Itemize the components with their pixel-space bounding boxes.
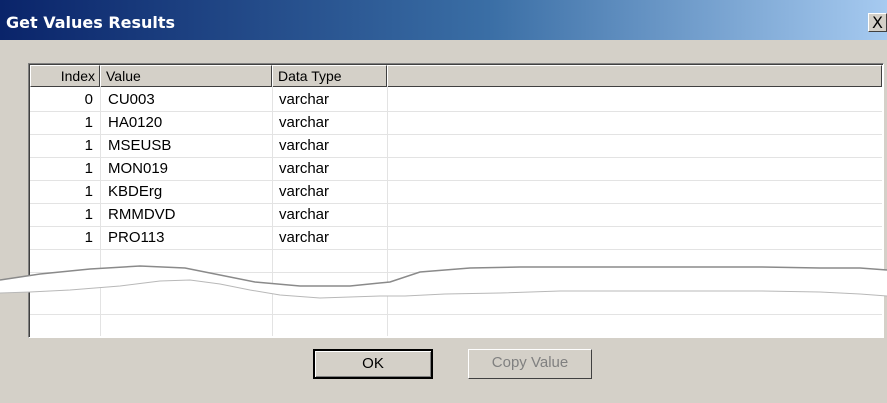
value-cell: PRO113 xyxy=(108,229,165,246)
table-header: Index Value Data Type xyxy=(30,65,882,87)
close-icon: X xyxy=(872,13,883,32)
index-cell: 1 xyxy=(84,114,93,131)
window-title: Get Values Results xyxy=(6,13,176,32)
index-cell: 0 xyxy=(84,91,93,108)
data-type-cell: varchar xyxy=(279,114,330,131)
close-button[interactable]: X xyxy=(868,13,887,32)
title-bar[interactable]: Get Values Results X xyxy=(0,0,887,40)
column-header-data-type[interactable]: Data Type xyxy=(272,65,387,87)
table-row[interactable]: 0 CU003 varchar xyxy=(30,88,882,111)
torn-edge-overlay xyxy=(0,265,887,299)
column-header-value[interactable]: Value xyxy=(100,65,272,87)
value-cell: KBDErg xyxy=(108,183,163,200)
table-row[interactable]: 1 MSEUSB varchar xyxy=(30,134,882,157)
column-header-index[interactable]: Index xyxy=(30,65,100,87)
index-cell: 1 xyxy=(84,160,93,177)
grid-line xyxy=(30,249,882,250)
copy-value-button[interactable]: Copy Value xyxy=(468,349,592,379)
data-type-cell: varchar xyxy=(279,91,330,108)
table-body: 0 CU003 varchar 1 HA0120 varchar 1 MSEUS… xyxy=(30,88,882,249)
index-cell: 1 xyxy=(84,137,93,154)
data-type-cell: varchar xyxy=(279,229,330,246)
index-cell: 1 xyxy=(84,183,93,200)
value-cell: CU003 xyxy=(108,91,155,108)
value-cell: RMMDVD xyxy=(108,206,176,223)
data-type-cell: varchar xyxy=(279,137,330,154)
table-row[interactable]: 1 KBDErg varchar xyxy=(30,180,882,203)
index-cell: 1 xyxy=(84,229,93,246)
table-row[interactable]: 1 PRO113 varchar xyxy=(30,226,882,249)
value-cell: HA0120 xyxy=(108,114,163,131)
grid-line xyxy=(30,314,882,315)
table-row[interactable]: 1 HA0120 varchar xyxy=(30,111,882,134)
ok-button[interactable]: OK xyxy=(313,349,433,379)
data-type-cell: varchar xyxy=(279,183,330,200)
get-values-dialog: Get Values Results X Index Value Data Ty… xyxy=(0,0,887,403)
value-cell: MON019 xyxy=(108,160,169,177)
data-type-cell: varchar xyxy=(279,206,330,223)
table-row[interactable]: 1 RMMDVD varchar xyxy=(30,203,882,226)
column-header-empty[interactable] xyxy=(387,65,882,87)
value-cell: MSEUSB xyxy=(108,137,172,154)
data-type-cell: varchar xyxy=(279,160,330,177)
table-row[interactable]: 1 MON019 varchar xyxy=(30,157,882,180)
index-cell: 1 xyxy=(84,206,93,223)
